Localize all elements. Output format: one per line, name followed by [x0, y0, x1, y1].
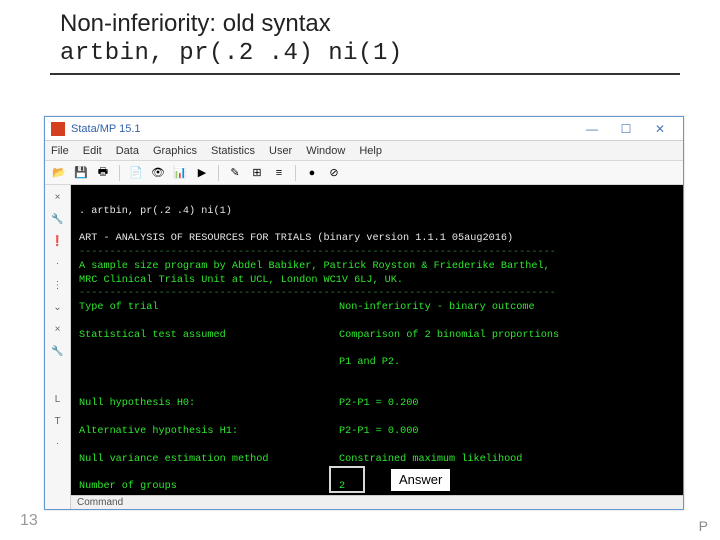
- open-icon[interactable]: 📂: [51, 165, 67, 181]
- viewer-icon[interactable]: 👁: [150, 165, 166, 181]
- lp-c-icon: ·: [49, 435, 67, 451]
- menu-file[interactable]: File: [51, 145, 69, 157]
- left-panel: × 🔧 ❗ · ⋮ ⌄ × 🔧 L T ·: [45, 185, 71, 509]
- lp-a-icon: L: [49, 391, 67, 407]
- blank: [79, 356, 339, 370]
- panel-close-icon[interactable]: ×: [49, 189, 67, 205]
- title-divider: [50, 73, 680, 75]
- corner-mark: P: [699, 518, 708, 534]
- type-label: Type of trial: [79, 301, 339, 315]
- h1-value: P2-P1 = 0.000: [339, 425, 418, 439]
- answer-label: Answer: [391, 469, 450, 491]
- editor-icon[interactable]: ✎: [227, 165, 243, 181]
- do-icon[interactable]: ▶: [194, 165, 210, 181]
- menubar: File Edit Data Graphics Statistics User …: [45, 141, 683, 161]
- maximize-button[interactable]: ☐: [609, 117, 643, 141]
- tool-icon[interactable]: 🔧: [49, 211, 67, 227]
- vars-icon[interactable]: ≡: [271, 165, 287, 181]
- ng-label: Number of groups: [79, 480, 339, 494]
- panel-close2-icon[interactable]: ×: [49, 321, 67, 337]
- menu-user[interactable]: User: [269, 145, 292, 157]
- answer-highlight-box: [329, 466, 365, 493]
- stat-value: Comparison of 2 binomial proportions: [339, 329, 559, 343]
- stop-icon[interactable]: ⊘: [326, 165, 342, 181]
- dots-icon: ⋮: [49, 277, 67, 293]
- browse-icon[interactable]: ⊞: [249, 165, 265, 181]
- titlebar[interactable]: Stata/MP 15.1 — ☐ ✕: [45, 117, 683, 141]
- hr: ----------------------------------------…: [79, 288, 556, 299]
- slide-title-line2: artbin, pr(.2 .4) ni(1): [60, 40, 720, 67]
- menu-statistics[interactable]: Statistics: [211, 145, 255, 157]
- desc1: A sample size program by Abdel Babiker, …: [79, 261, 550, 272]
- h0-label: Null hypothesis H0:: [79, 397, 339, 411]
- menu-graphics[interactable]: Graphics: [153, 145, 197, 157]
- stat-value2: P1 and P2.: [339, 356, 400, 370]
- h1-label: Alternative hypothesis H1:: [79, 425, 339, 439]
- desc2: MRC Clinical Trials Unit at UCL, London …: [79, 275, 403, 286]
- h0-value: P2-P1 = 0.200: [339, 397, 418, 411]
- save-icon[interactable]: 💾: [73, 165, 89, 181]
- nvm-value: Constrained maximum likelihood: [339, 453, 522, 467]
- toolbar-sep: [295, 165, 296, 181]
- chevron-down-icon[interactable]: ⌄: [49, 299, 67, 315]
- info-icon[interactable]: ❗: [49, 233, 67, 249]
- lp-b-icon: T: [49, 413, 67, 429]
- toolbar-sep: [119, 165, 120, 181]
- toolbar: 📂 💾 🖶 📄 👁 📊 ▶ ✎ ⊞ ≡ ● ⊘: [45, 161, 683, 185]
- print-icon[interactable]: 🖶: [95, 165, 111, 181]
- slide-title-line1: Non-inferiority: old syntax: [60, 10, 720, 38]
- close-button[interactable]: ✕: [643, 117, 677, 141]
- graph-icon[interactable]: 📊: [172, 165, 188, 181]
- stata-window: Stata/MP 15.1 — ☐ ✕ File Edit Data Graph…: [44, 116, 684, 510]
- log-icon[interactable]: 📄: [128, 165, 144, 181]
- stat-label: Statistical test assumed: [79, 329, 339, 343]
- dot-icon: ·: [49, 255, 67, 271]
- cmd-line: . artbin, pr(.2 .4) ni(1): [79, 206, 232, 217]
- art-header: ART - ANALYSIS OF RESOURCES FOR TRIALS (…: [79, 233, 513, 244]
- slide-number: 13: [20, 512, 38, 530]
- type-value: Non-inferiority - binary outcome: [339, 301, 535, 315]
- results-console[interactable]: . artbin, pr(.2 .4) ni(1) ART - ANALYSIS…: [71, 185, 683, 509]
- menu-window[interactable]: Window: [306, 145, 345, 157]
- window-title: Stata/MP 15.1: [71, 123, 575, 135]
- command-bar[interactable]: Command: [71, 495, 683, 509]
- menu-edit[interactable]: Edit: [83, 145, 102, 157]
- nvm-label: Null variance estimation method: [79, 453, 339, 467]
- app-icon: [51, 122, 65, 136]
- toolbar-sep: [218, 165, 219, 181]
- minimize-button[interactable]: —: [575, 117, 609, 141]
- menu-data[interactable]: Data: [116, 145, 139, 157]
- more-icon[interactable]: ●: [304, 165, 320, 181]
- menu-help[interactable]: Help: [359, 145, 382, 157]
- tool2-icon[interactable]: 🔧: [49, 343, 67, 359]
- hr: ----------------------------------------…: [79, 247, 556, 258]
